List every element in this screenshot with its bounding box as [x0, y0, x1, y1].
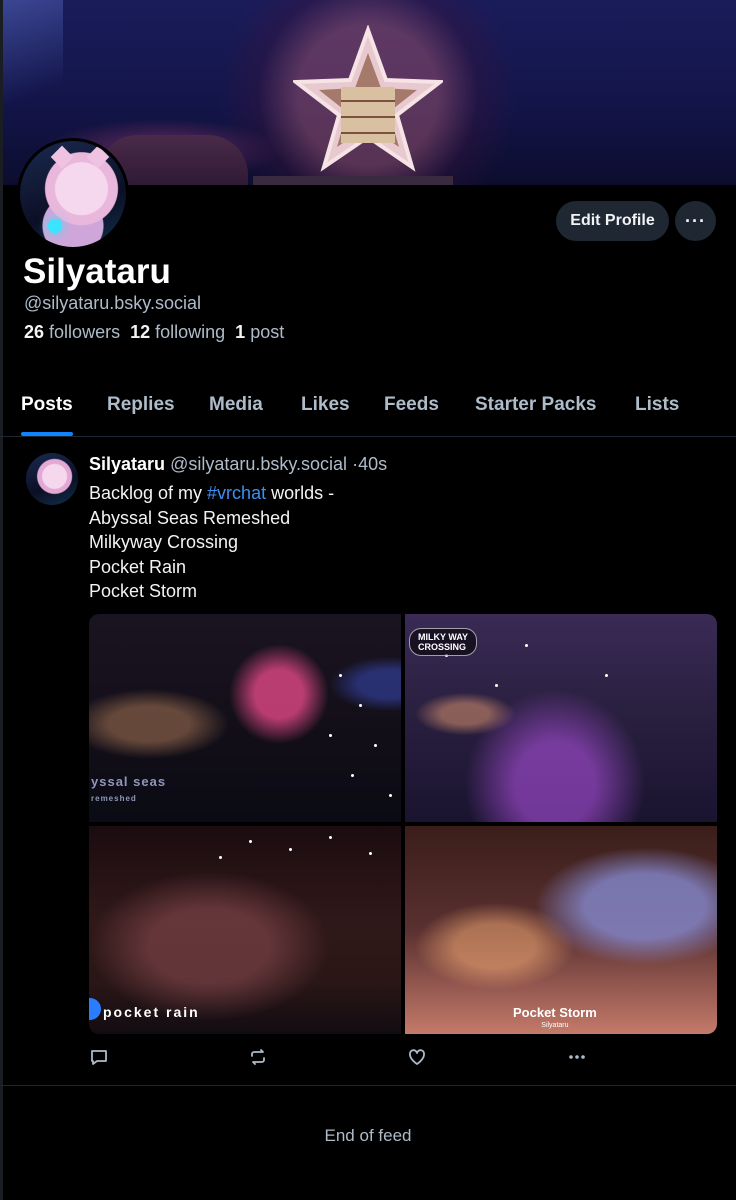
post-more-icon[interactable] [566, 1046, 588, 1068]
profile-handle: @silyataru.bsky.social [24, 293, 201, 313]
post-image-grid: yssal seas remeshed MILKY WAY CROSSING poc… [89, 614, 717, 1034]
post-image-abyssal-seas[interactable]: yssal seas remeshed [89, 614, 401, 822]
star-lamp [293, 25, 443, 172]
post-header: Silyataru @silyataru.bsky.social ·40s [89, 454, 388, 474]
repost-icon[interactable] [247, 1046, 269, 1068]
post-image-pocket-storm[interactable]: Pocket Storm Silyataru [405, 826, 717, 1034]
feed-post[interactable]: Silyataru @silyataru.bsky.social ·40s Ba… [0, 438, 736, 1086]
profile-more-button[interactable]: ··· [675, 201, 716, 241]
like-icon[interactable] [406, 1046, 428, 1068]
hashtag-link[interactable]: #vrchat [207, 483, 266, 503]
tab-posts[interactable]: Posts [21, 394, 73, 416]
post-line: Pocket Storm [89, 581, 198, 602]
profile-stats: 26 followers 12 following 1 post [24, 322, 284, 343]
followers-link[interactable]: 26 followers [24, 322, 120, 343]
post-line: Abyssal Seas Remeshed [89, 507, 291, 528]
post-actions [0, 1046, 736, 1070]
post-timestamp[interactable]: 40s [358, 454, 387, 474]
tab-feeds[interactable]: Feeds [384, 394, 439, 416]
profile-avatar[interactable] [17, 138, 129, 250]
post-author-name[interactable]: Silyataru [89, 454, 165, 474]
post-image-milkyway-crossing[interactable]: MILKY WAY CROSSING [405, 614, 717, 822]
tab-replies[interactable]: Replies [107, 394, 175, 416]
profile-tabs: Posts Replies Media Likes Feeds Starter … [0, 378, 736, 437]
posts-count: 1 post [235, 322, 285, 342]
profile-display-name: Silyataru [23, 252, 171, 291]
post-line: Pocket Rain [89, 556, 187, 577]
post-image-pocket-rain[interactable]: pocket rain [89, 826, 401, 1034]
tab-starter-packs[interactable]: Starter Packs [475, 394, 596, 416]
post-line: Milkyway Crossing [89, 532, 239, 553]
end-of-feed: End of feed [324, 1126, 412, 1145]
following-link[interactable]: 12 following [130, 322, 225, 343]
edit-profile-button[interactable]: Edit Profile [556, 201, 669, 241]
tab-lists[interactable]: Lists [635, 394, 679, 416]
post-text: Backlog of my #vrchat worlds - Abyssal S… [89, 481, 334, 604]
tab-media[interactable]: Media [209, 394, 263, 416]
tab-likes[interactable]: Likes [301, 394, 350, 416]
post-author-handle[interactable]: @silyataru.bsky.social [170, 454, 347, 474]
active-tab-indicator [21, 432, 73, 436]
reply-icon[interactable] [88, 1046, 110, 1068]
post-author-avatar[interactable] [26, 453, 78, 505]
